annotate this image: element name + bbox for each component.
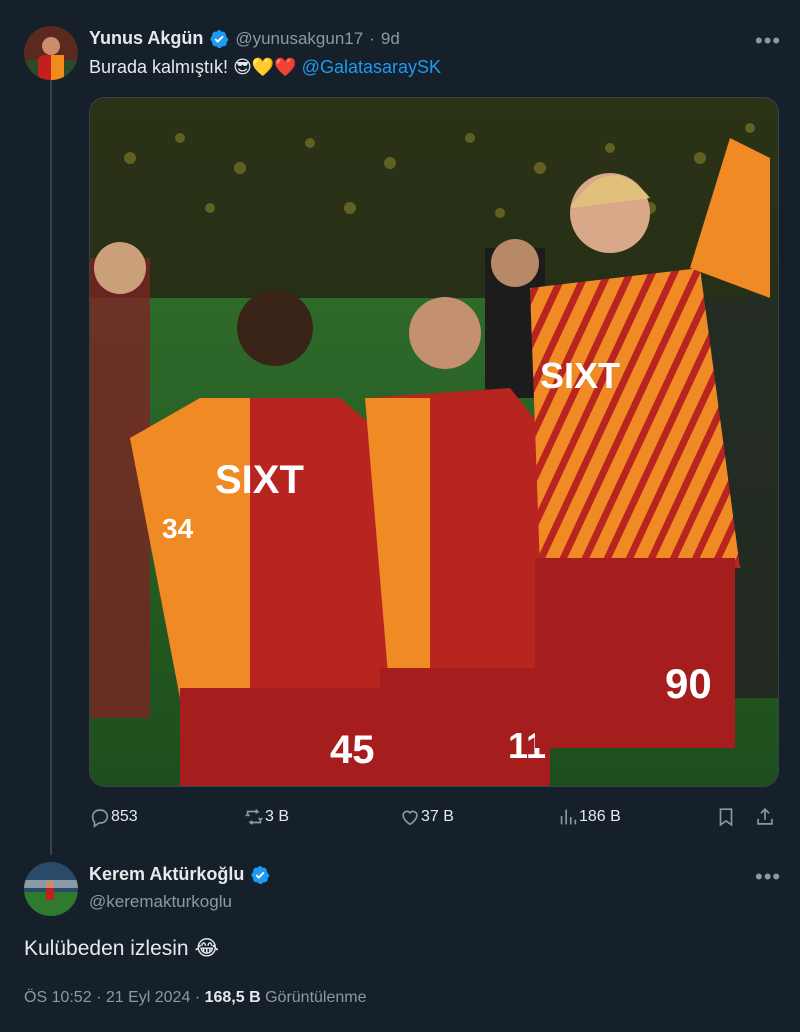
verified-icon	[251, 865, 270, 884]
tweet2-text: Kulübeden izlesin 😂	[24, 936, 219, 961]
jersey-number-45: 45	[330, 728, 375, 772]
display-name[interactable]: Kerem Aktürkoğlu	[89, 864, 244, 885]
reply-button[interactable]: 853	[89, 805, 138, 829]
tweet-date[interactable]: 21 Eyl 2024	[106, 989, 191, 1006]
views-count: 186 B	[579, 808, 621, 825]
retweet-count: 3 B	[265, 808, 290, 825]
reply-icon	[91, 809, 109, 828]
share-icon	[757, 808, 773, 825]
like-count: 37 B	[421, 808, 454, 825]
separator: ·	[96, 989, 102, 1006]
tweet-media[interactable]: SIXT 45 11 SIXT 90 34	[89, 97, 779, 787]
reply-count: 853	[111, 808, 138, 825]
views-button[interactable]: 186 B	[557, 805, 621, 829]
tweet-body: Burada kalmıştık!	[89, 57, 234, 77]
like-icon	[402, 810, 418, 826]
separator: ·	[194, 989, 201, 1006]
handle[interactable]: @keremakturkoglu	[89, 892, 232, 912]
more-icon[interactable]: •••	[755, 30, 781, 52]
jersey-number-90: 90	[665, 660, 712, 707]
sponsor-logo-1: SIXT	[215, 458, 304, 502]
display-name[interactable]: Yunus Akgün	[89, 28, 203, 49]
bookmark-button[interactable]	[715, 805, 737, 829]
tweet2-meta: ÖS 10:52 · 21 Eyl 2024 · 168,5 B Görüntü…	[24, 989, 366, 1007]
bookmark-icon	[719, 808, 733, 827]
mention-link[interactable]: @GalatasaraySK	[302, 57, 441, 77]
handle[interactable]: @yunusakgun17	[235, 29, 363, 49]
more-icon[interactable]: •••	[755, 866, 781, 888]
jersey-number-34: 34	[162, 513, 194, 544]
avatar-yunus[interactable]	[24, 26, 78, 80]
verified-icon	[210, 29, 229, 48]
like-button[interactable]: 37 B	[399, 805, 454, 829]
tweet1-header: Yunus Akgün @yunusakgun17 · 9d	[89, 28, 400, 49]
thread-line	[50, 80, 52, 855]
sponsor-logo-2: SIXT	[540, 355, 620, 396]
retweet-button[interactable]: 3 B	[243, 805, 289, 829]
tweet-emoji: 😂	[194, 937, 219, 960]
celebration-photo: SIXT 45 11 SIXT 90 34	[90, 98, 778, 786]
views-total: 168,5 B	[204, 989, 261, 1006]
views-label: Görüntülenme	[265, 989, 367, 1006]
avatar-kerem[interactable]	[24, 862, 78, 916]
retweet-icon	[245, 809, 263, 825]
tweet2-header: Kerem Aktürkoğlu	[89, 864, 270, 885]
tweet-time[interactable]: ÖS 10:52	[24, 989, 92, 1006]
tweet-body: Kulübeden izlesin	[24, 937, 195, 960]
tweet1-text: Burada kalmıştık! 😎💛❤️ @GalatasaraySK	[89, 57, 441, 78]
timestamp[interactable]: 9d	[381, 29, 400, 49]
share-button[interactable]	[754, 805, 776, 829]
separator: ·	[369, 28, 375, 48]
views-icon	[560, 809, 577, 825]
tweet-emojis: 😎💛❤️	[233, 57, 297, 77]
